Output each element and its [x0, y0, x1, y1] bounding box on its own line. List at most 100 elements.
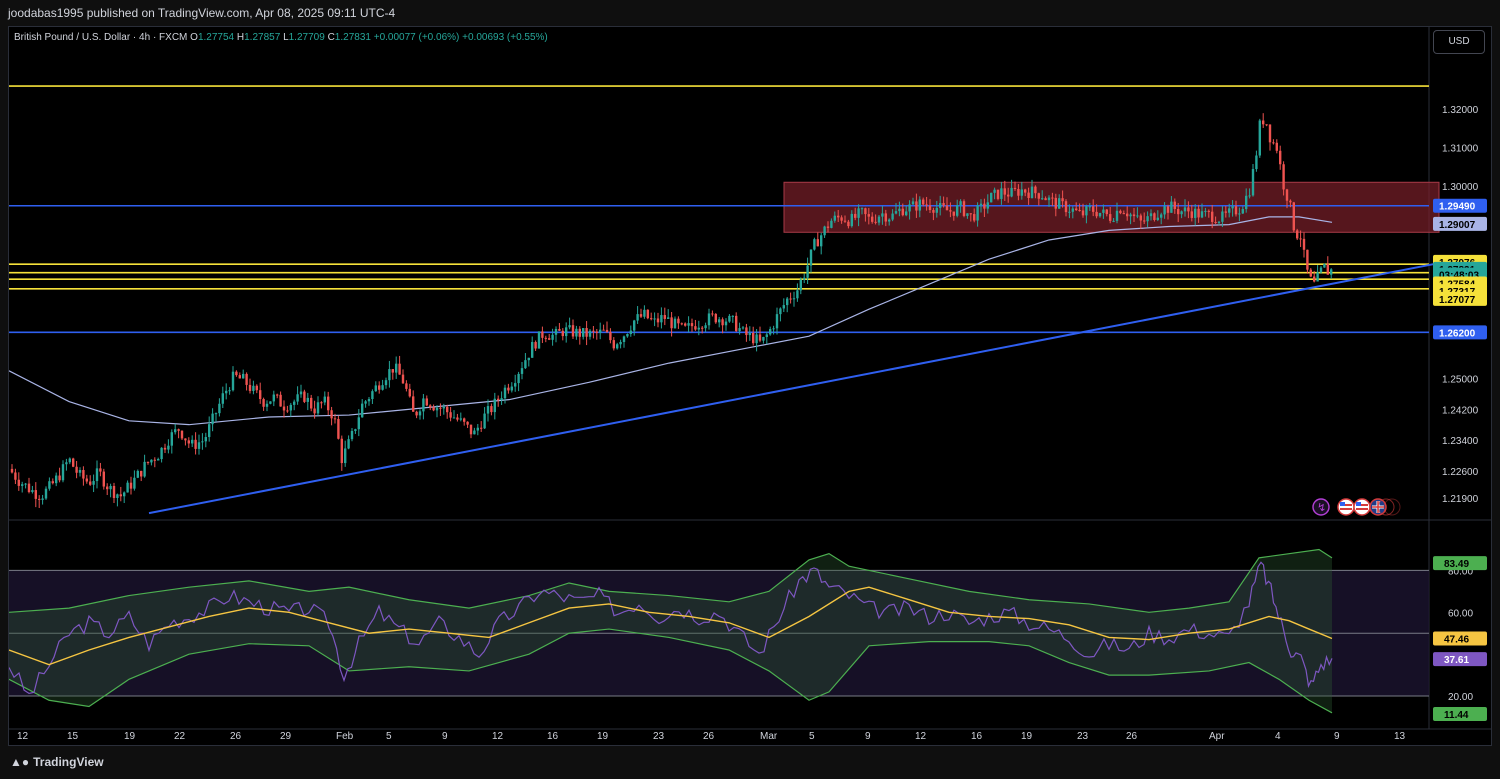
candle-body [823, 226, 826, 236]
candle-body [806, 265, 809, 278]
candle-body [945, 205, 949, 211]
candle-body [915, 201, 918, 211]
candle-body [337, 418, 340, 439]
time-tick-label: 13 [1394, 731, 1406, 742]
candle-body [1081, 210, 1085, 216]
candle-body [871, 216, 874, 222]
candle-body [439, 407, 442, 409]
candle-body [1129, 214, 1132, 217]
candle-body [619, 341, 622, 345]
candle-body [860, 208, 864, 210]
candle-body [670, 317, 673, 329]
candle-body [990, 192, 993, 203]
change2-value: +0.00693 (+0.55%) [462, 32, 548, 43]
time-tick-label: 22 [174, 731, 186, 742]
candle-body [1268, 124, 1272, 143]
candle-body [1122, 213, 1125, 215]
candle-body [956, 205, 959, 216]
candle-body [276, 394, 279, 396]
high-value: 1.27857 [244, 32, 281, 43]
candle-body [123, 492, 126, 497]
candle-body [306, 397, 309, 402]
candle-body [191, 439, 194, 444]
time-tick-label: 19 [597, 731, 609, 742]
candle-body [143, 461, 146, 477]
event-flags[interactable]: ↯ [1312, 498, 1402, 516]
rsi-tick-label: 60.00 [1448, 608, 1473, 619]
candle-body [75, 466, 78, 473]
candle-body [653, 318, 656, 320]
candle-body [874, 221, 877, 223]
candle-body [901, 208, 904, 216]
candle-body [605, 329, 609, 332]
price-label: 1.29007 [1439, 220, 1476, 231]
candle-body [1200, 211, 1204, 218]
candle-body [1319, 267, 1323, 273]
candle-body [89, 481, 92, 485]
candle-body [721, 319, 724, 326]
candle-body [1047, 197, 1051, 201]
candle-body [1285, 189, 1289, 201]
candle-body [687, 323, 690, 326]
candle-body [1020, 189, 1023, 196]
candle-body [1183, 207, 1187, 212]
candle-body [432, 407, 435, 411]
chart-area[interactable]: 1.32000 1.31000 1.30000 1.25000 1.24200 1.234… [8, 26, 1492, 746]
candle-body [629, 330, 632, 335]
candle-body [116, 494, 119, 498]
time-tick-label: 5 [809, 731, 815, 742]
candle-body [1289, 200, 1292, 203]
us-flag-icon [1337, 498, 1355, 516]
candle-body [1251, 169, 1255, 196]
candle-body [816, 239, 819, 247]
candle-body [531, 342, 534, 358]
candle-body [395, 363, 398, 373]
candle-body [575, 328, 578, 337]
candle-body [38, 498, 41, 500]
candle-body [303, 391, 306, 402]
candle-body [1272, 142, 1275, 144]
candle-body [1102, 209, 1105, 213]
candle-body [864, 208, 867, 215]
candle-body [1238, 213, 1241, 215]
candle-body [1170, 201, 1173, 213]
symbol-name[interactable]: British Pound / U.S. Dollar · 4h · FXCM [14, 32, 187, 43]
candle-body [1030, 186, 1034, 199]
currency-button[interactable]: USD [1433, 30, 1485, 54]
candle-body [922, 199, 925, 205]
candle-body [1160, 214, 1163, 218]
candle-body [731, 315, 734, 317]
chart-canvas[interactable]: 1.32000 1.31000 1.30000 1.25000 1.24200 1.234… [9, 27, 1491, 745]
candle-body [1034, 186, 1037, 194]
candle-body [949, 210, 952, 212]
candle-body [78, 470, 82, 473]
time-tick-label: 4 [1275, 731, 1281, 742]
candle-body [1092, 206, 1095, 212]
price-label: 1.29490 [1439, 202, 1476, 213]
candle-body [680, 323, 683, 325]
candle-body [367, 399, 371, 402]
change-value: +0.00077 (+0.06%) [373, 32, 460, 43]
candle-body [136, 470, 139, 478]
candle-body [1217, 221, 1221, 223]
candle-body [180, 430, 184, 439]
candle-body [82, 470, 85, 479]
candle-body [928, 205, 932, 211]
candle-body [211, 413, 214, 425]
candle-body [157, 459, 160, 461]
candle-body [503, 387, 507, 399]
candle-body [1088, 206, 1091, 208]
price-tick-label: 1.25000 [1442, 374, 1479, 385]
tradingview-brand[interactable]: ▲● TradingView [10, 755, 104, 769]
candle-body [58, 475, 61, 481]
candle-body [214, 413, 218, 415]
candle-body [293, 401, 296, 405]
open-label: O [190, 32, 198, 43]
candle-body [497, 398, 500, 401]
candle-body [1204, 210, 1207, 212]
candle-body [1231, 206, 1234, 209]
candle-body [888, 219, 891, 222]
candle-body [469, 424, 473, 435]
candle-body [316, 402, 320, 414]
candle-body [95, 468, 99, 482]
